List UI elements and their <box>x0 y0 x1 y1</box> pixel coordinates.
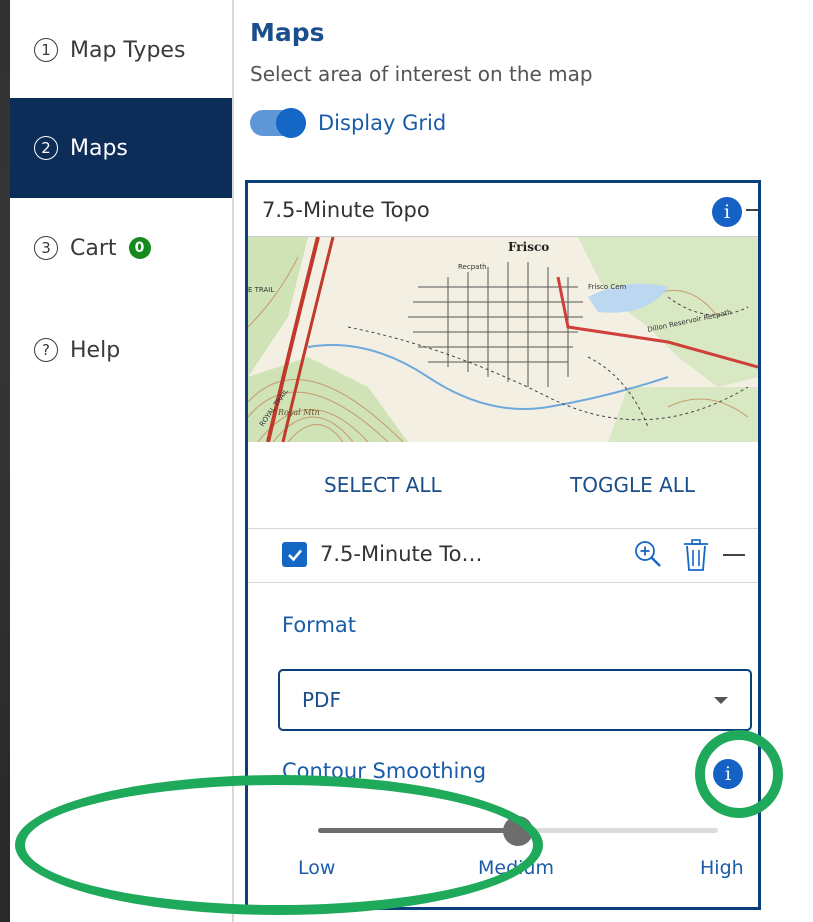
display-grid-label: Display Grid <box>318 111 447 135</box>
main-panel: Maps Select area of interest on the map … <box>234 0 813 922</box>
slider-tick-medium: Medium <box>478 857 554 879</box>
divider <box>248 582 758 583</box>
page-subtitle: Select area of interest on the map <box>250 62 593 86</box>
help-icon: ? <box>34 338 58 362</box>
sidebar-item-label: Cart <box>70 235 117 261</box>
map-thumbnail[interactable]: Frisco Recpath Frisco Cem Dillon Reservo… <box>248 237 758 442</box>
collapse-icon[interactable] <box>723 554 745 556</box>
sidebar-item-label: Maps <box>70 135 128 161</box>
map-text: Recpath <box>458 263 487 271</box>
map-text: E TRAIL <box>248 286 274 294</box>
sidebar-item-map-types[interactable]: 1 Map Types <box>10 0 232 100</box>
sidebar-item-maps[interactable]: 2 Maps <box>10 98 232 198</box>
check-icon <box>287 549 302 561</box>
contour-smoothing-label: Contour Smoothing <box>282 759 487 783</box>
sidebar-item-cart[interactable]: 3 Cart 0 <box>10 198 232 298</box>
slider-tick-high: High <box>700 857 744 879</box>
select-all-button[interactable]: SELECT ALL <box>324 473 442 497</box>
display-grid-toggle[interactable] <box>250 108 306 138</box>
step-number: 2 <box>34 136 58 160</box>
format-select[interactable]: PDF <box>278 669 752 731</box>
format-label: Format <box>282 613 357 637</box>
trash-icon[interactable] <box>681 538 711 572</box>
zoom-in-icon[interactable] <box>632 538 664 570</box>
contour-smoothing-slider[interactable] <box>318 816 718 846</box>
display-grid-row: Display Grid <box>250 108 447 138</box>
card-title: 7.5-Minute Topo <box>262 197 430 222</box>
sidebar: 1 Map Types 2 Maps 3 Cart 0 ? Help <box>10 0 232 922</box>
collapse-icon[interactable] <box>746 209 758 211</box>
item-label: 7.5-Minute To… <box>320 542 483 566</box>
toggle-all-button[interactable]: TOGGLE ALL <box>570 473 695 497</box>
toggle-knob <box>276 108 306 138</box>
sidebar-item-label: Help <box>70 337 121 363</box>
format-value: PDF <box>302 688 341 712</box>
map-text: Frisco Cem <box>588 283 627 291</box>
page-title: Maps <box>250 18 325 47</box>
card-header: 7.5-Minute Topo <box>248 183 758 237</box>
info-icon[interactable]: i <box>713 759 743 789</box>
step-number: 1 <box>34 38 58 62</box>
map-text: Royal Mtn <box>277 408 320 417</box>
item-checkbox[interactable] <box>282 542 307 567</box>
map-list-item: 7.5-Minute To… <box>248 528 758 582</box>
info-icon[interactable]: i <box>712 197 742 227</box>
map-text: Frisco <box>508 240 549 254</box>
slider-handle[interactable] <box>503 816 533 846</box>
slider-tick-low: Low <box>298 857 336 879</box>
step-number: 3 <box>34 236 58 260</box>
map-card: 7.5-Minute Topo i Frisco Recpath Frisco … <box>245 180 761 910</box>
chevron-down-icon <box>714 697 728 704</box>
slider-fill <box>318 828 518 833</box>
sidebar-item-label: Map Types <box>70 37 186 63</box>
cart-count-badge: 0 <box>128 237 151 259</box>
sidebar-item-help[interactable]: ? Help <box>10 300 232 400</box>
